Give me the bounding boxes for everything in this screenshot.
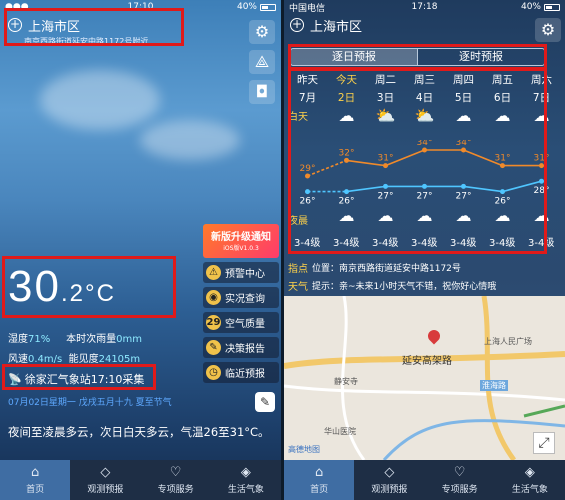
map-view[interactable]: 延安高架路 静安寺 上海人民广场 淮海路 华山医院 高德地图 ⤢ [284,296,565,460]
map-label-jingan: 静安寺 [334,377,358,386]
wind-vis-row: 风速0.4m/s 能见度24105m [8,350,140,365]
map-label-road: 延安高架路 [402,356,452,367]
aqi-icon: 29 [206,315,221,330]
cube-icon: ◇ [100,465,111,480]
humidity-label: 湿度 [8,334,28,345]
cloud-decoration [140,120,240,160]
map-label-huaihai: 淮海路 [480,380,508,391]
warning-icon: ⚠ [206,265,221,280]
camera-icon[interactable]: ◘ [249,80,275,104]
menu-item-2[interactable]: 29 空气质量 [203,312,279,333]
city-name[interactable]: 上海市区 [310,16,362,35]
calendar-icon[interactable]: ✎ [255,392,275,412]
forecast-text: 夜间至凌晨多云，次日白天多云，气温26至31°C。 [8,425,270,439]
report-icon: ✎ [206,340,221,355]
date-line: 07月02日星期一 戊戌五月十九 夏至节气 [8,398,172,408]
menu-item-4[interactable]: ◷ 临近预报 [203,362,279,383]
tab-observe[interactable]: ◇ 观测预报 [70,460,140,500]
battery-icon [544,3,560,11]
share-icon[interactable]: ⟁ [249,50,275,74]
weather-notice: 天气 提示：亲~未来1小时天气不错，祝你好心情哦 [284,278,565,293]
menu-item-3[interactable]: ✎ 决策报告 [203,337,279,358]
highlight-box [288,68,547,254]
rain-label: 本时次雨量 [66,334,117,345]
weather-text: 提示：亲~未来1小时天气不错，祝你好心情哦 [312,282,497,292]
heart-icon: ♡ [169,465,182,480]
rain-value: 0mm [116,334,142,345]
gear-icon[interactable]: ⚙ [249,20,275,44]
battery-percent: 40% [236,2,257,12]
clock-icon: ◷ [206,365,221,380]
tag-icon: ◈ [524,465,535,480]
menu-label: 空气质量 [225,319,265,330]
cube-icon: ◇ [384,465,395,480]
tab-bar: ⌂ 首页 ◇ 观测预报 ♡ 专项服务 ◈ 生活气象 [0,460,281,500]
tag-icon: ◈ [240,465,251,480]
weather-tag: 天气 [288,282,308,293]
home-icon: ⌂ [314,465,324,480]
tab-home[interactable]: ⌂ 首页 [0,460,71,500]
menu-label: 临近预报 [225,369,265,380]
upgrade-banner[interactable]: 新版升级通知 iOS版V1.0.3 [203,224,279,258]
cloud-decoration [40,70,160,130]
map-logo: 高德地图 [288,445,320,454]
point-tag: 指点 [288,264,308,275]
home-icon: ⌂ [30,465,40,480]
battery-percent: 40% [520,2,541,12]
plus-circle-icon[interactable]: + [290,18,304,32]
tab-observe[interactable]: ◇ 观测预报 [354,460,424,500]
location-notice: 指点 位置：南京西路街道延安中路1172号 [284,260,565,275]
map-label-hospital: 华山医院 [324,427,356,436]
fullscreen-icon[interactable]: ⤢ [533,432,555,454]
daily-forecast-screen: 中国电信 17:18 40% + 上海市区 ⚙ 逐日预报 逐时预报 昨天 7月 今天… [284,0,565,500]
tab-life[interactable]: ◈ 生活气象 [211,460,281,500]
tab-special[interactable]: ♡ 专项服务 [141,460,211,500]
heart-icon: ♡ [453,465,466,480]
menu-label: 决策报告 [225,344,265,355]
gear-icon[interactable]: ⚙ [535,18,561,42]
menu-label: 实况查询 [225,294,265,305]
home-screen: ●●● 17:10 40% + 上海市区 南京西路街道延安中路1172号附近 ⚙… [0,0,281,500]
menu-label: 预警中心 [225,269,265,280]
map-label-square: 上海人民广场 [484,337,532,346]
humidity-rain-row: 湿度71% 本时次雨量0mm [8,330,142,345]
tab-life[interactable]: ◈ 生活气象 [495,460,565,500]
menu-item-1[interactable]: ◉ 实况查询 [203,287,279,308]
banner-title: 新版升级通知 [211,232,271,243]
tab-home[interactable]: ⌂ 首页 [284,460,355,500]
tab-bar: ⌂ 首页 ◇ 观测预报 ♡ 专项服务 ◈ 生活气象 [284,460,565,500]
banner-version: iOS版V1.0.3 [223,245,259,252]
highlight-box [2,364,156,390]
status-bar: 中国电信 17:18 40% [284,0,565,14]
highlight-box [2,256,176,318]
point-text: 位置：南京西路街道延安中路1172号 [312,264,461,274]
menu-item-0[interactable]: ⚠ 预警中心 [203,262,279,283]
humidity-value: 71% [28,334,51,345]
highlight-box [4,8,184,46]
live-icon: ◉ [206,290,221,305]
tab-special[interactable]: ♡ 专项服务 [425,460,495,500]
highlight-box [288,44,547,70]
battery-icon [260,3,276,11]
